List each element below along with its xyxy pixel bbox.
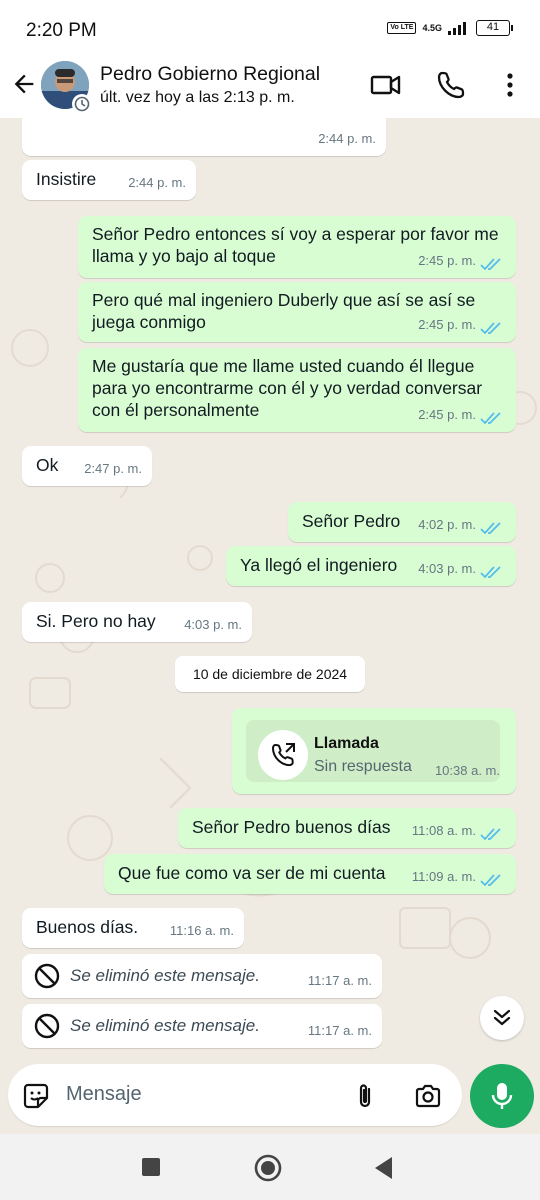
message-text: Señor Pedro buenos días (192, 817, 391, 837)
message-text: Ok (36, 455, 59, 475)
message-time: 11:17 a. m. (307, 1023, 372, 1038)
call-time: 10:38 a. m. (434, 763, 500, 778)
message-time: 2:45 p. m. (418, 407, 476, 422)
outgoing-call-icon (271, 743, 295, 767)
battery-icon: 41 (476, 20, 513, 36)
deleted-message-icon (34, 1013, 60, 1039)
message-bubble-incoming[interactable]: Ok 2:47 p. m. (22, 446, 152, 486)
message-text: Se eliminó este mensaje. (70, 966, 260, 985)
home-icon[interactable] (253, 1153, 283, 1183)
message-text: Ya llegó el ingeniero (240, 555, 398, 575)
message-text: Que fue como va ser de mi cuenta (118, 863, 386, 883)
message-text: Se eliminó este mensaje. (70, 1016, 260, 1035)
timer-badge-icon (72, 94, 92, 114)
status-bar: 2:20 PM Vo LTE 4.5G 41 (0, 0, 540, 58)
back-arrow-icon[interactable] (10, 70, 38, 98)
status-indicators: Vo LTE 4.5G 41 (387, 20, 513, 36)
message-composer (8, 1064, 462, 1126)
volte-indicator: Vo LTE (387, 22, 417, 34)
message-bubble-incoming[interactable]: Buenos días. 11:16 a. m. (22, 908, 244, 948)
message-text: Señor Pedro (302, 511, 401, 531)
message-text: Buenos días. (36, 917, 139, 937)
network-type: 4.5G (422, 22, 442, 33)
read-receipt-icon (480, 874, 501, 887)
voice-message-button[interactable] (470, 1064, 534, 1128)
attach-icon[interactable] (352, 1082, 378, 1110)
phone-call-icon[interactable] (434, 68, 468, 102)
chat-header: Pedro Gobierno Regional últ. vez hoy a l… (0, 58, 540, 118)
date-divider: 10 de diciembre de 2024 (175, 656, 365, 692)
deleted-message-icon (34, 963, 60, 989)
read-receipt-icon (480, 522, 501, 535)
message-bubble-outgoing[interactable]: Pero qué mal ingeniero Duberly que así s… (78, 282, 516, 342)
message-time: 4:03 p. m. (184, 617, 242, 632)
message-bubble-outgoing[interactable]: Que fue como va ser de mi cuenta 11:09 a… (104, 854, 516, 894)
message-time: 4:03 p. m. (418, 561, 476, 576)
system-navigation-bar (0, 1134, 540, 1200)
signal-icon (448, 21, 466, 35)
message-bubble-incoming[interactable]: Insistire 2:44 p. m. (22, 160, 196, 200)
call-title: Llamada (314, 735, 379, 752)
recent-apps-icon[interactable] (140, 1156, 162, 1178)
message-text: Insistire (36, 169, 97, 189)
message-bubble-outgoing[interactable]: Señor Pedro entonces sí voy a esperar po… (78, 216, 516, 278)
read-receipt-icon (480, 322, 501, 335)
contact-name[interactable]: Pedro Gobierno Regional (100, 63, 320, 86)
message-input[interactable] (66, 1074, 336, 1114)
back-nav-icon[interactable] (372, 1155, 396, 1181)
chat-area[interactable]: 2:44 p. m. Insistire 2:44 p. m. Señor Pe… (0, 118, 540, 1053)
message-time: 2:44 p. m. (318, 131, 376, 146)
read-receipt-icon (480, 258, 501, 271)
message-time: 2:47 p. m. (84, 461, 142, 476)
message-time: 11:17 a. m. (307, 973, 372, 988)
message-text: Si. Pero no hay (36, 611, 156, 631)
deleted-message-bubble[interactable]: Se eliminó este mensaje. 11:17 a. m. (22, 954, 382, 998)
message-bubble-outgoing[interactable]: Señor Pedro 4:02 p. m. (288, 502, 516, 542)
sticker-icon[interactable] (22, 1082, 50, 1110)
call-card[interactable]: Llamada Sin respuesta 10:38 a. m. (246, 720, 500, 782)
message-time: 11:09 a. m. (411, 869, 476, 884)
status-time: 2:20 PM (26, 20, 97, 41)
call-status: Sin respuesta (314, 758, 412, 775)
message-time: 2:45 p. m. (418, 317, 476, 332)
microphone-icon (491, 1083, 513, 1109)
message-bubble-incoming[interactable]: Si. Pero no hay 4:03 p. m. (22, 602, 252, 642)
message-time: 11:08 a. m. (411, 823, 476, 838)
more-options-icon[interactable] (493, 68, 527, 102)
message-bubble-outgoing[interactable]: Señor Pedro buenos días 11:08 a. m. (178, 808, 516, 848)
video-call-icon[interactable] (368, 68, 402, 102)
missed-call-bubble[interactable]: Llamada Sin respuesta 10:38 a. m. (232, 708, 516, 794)
message-time: 11:16 a. m. (169, 923, 234, 938)
message-time: 2:44 p. m. (128, 175, 186, 190)
scroll-to-bottom-button[interactable] (480, 996, 524, 1040)
message-bubble-outgoing[interactable]: Ya llegó el ingeniero 4:03 p. m. (226, 546, 516, 586)
last-seen: últ. vez hoy a las 2:13 p. m. (100, 89, 295, 106)
double-chevron-down-icon (493, 1009, 511, 1026)
camera-icon[interactable] (413, 1081, 443, 1111)
message-time: 2:45 p. m. (418, 253, 476, 268)
read-receipt-icon (480, 566, 501, 579)
read-receipt-icon (480, 412, 501, 425)
message-bubble-outgoing[interactable]: Me gustaría que me llame usted cuando él… (78, 348, 516, 432)
deleted-message-bubble[interactable]: Se eliminó este mensaje. 11:17 a. m. (22, 1004, 382, 1048)
battery-level: 41 (486, 21, 500, 33)
message-bubble-incoming[interactable]: 2:44 p. m. (22, 118, 386, 156)
message-time: 4:02 p. m. (418, 517, 476, 532)
read-receipt-icon (480, 828, 501, 841)
